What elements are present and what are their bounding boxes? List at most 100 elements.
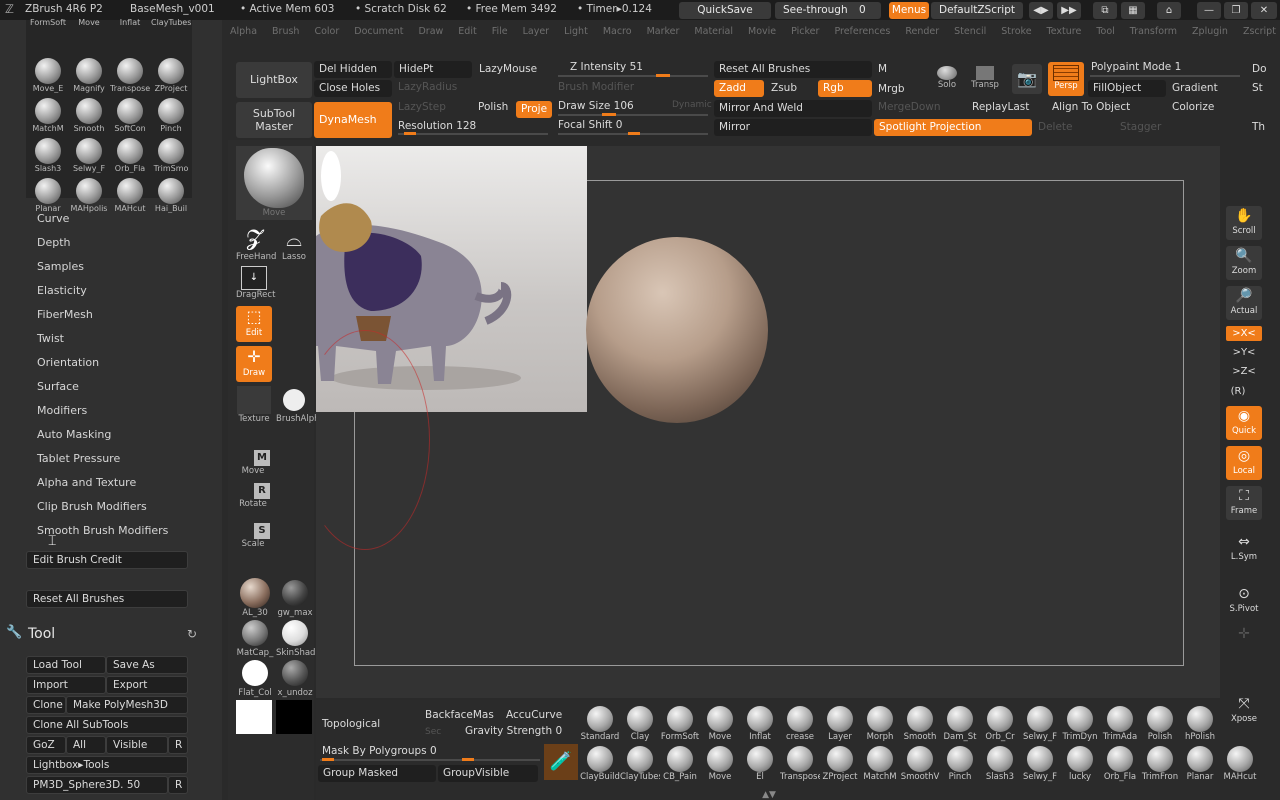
edit-mode-button[interactable]: ⬚ Edit (236, 306, 272, 342)
brush-subpalette-surface[interactable]: Surface (37, 380, 79, 393)
move-transform-button[interactable]: M Move (236, 450, 270, 476)
quick-brush[interactable]: Slash3 (980, 746, 1020, 782)
primary-color-swatch[interactable] (236, 700, 272, 734)
import-button[interactable]: Import (26, 676, 106, 694)
delete-button[interactable]: Delete (1038, 121, 1073, 133)
gradient-button[interactable]: Gradient (1172, 82, 1218, 94)
menu-stroke[interactable]: Stroke (1001, 26, 1031, 37)
lightbox-tools-button[interactable]: Lightbox▸Tools (26, 756, 188, 774)
sphere3d-mesh[interactable] (586, 237, 768, 423)
material-gwmax[interactable]: gw_max (276, 578, 314, 618)
brush-subpalette-depth[interactable]: Depth (37, 236, 71, 249)
brush-subpalette-clip-brush-modifiers[interactable]: Clip Brush Modifiers (37, 500, 147, 513)
menu-tool[interactable]: Tool (1096, 26, 1114, 37)
material-matcap[interactable]: MatCap_ (236, 618, 274, 658)
quick-brush[interactable]: SmoothV (900, 746, 940, 782)
quick-brush[interactable]: lucky (1060, 746, 1100, 782)
menu-brush[interactable]: Brush (272, 26, 299, 37)
menu-material[interactable]: Material (694, 26, 733, 37)
lasso-button[interactable]: ⌓ Lasso (276, 226, 312, 262)
brush-thumb[interactable]: MAHpolis (69, 176, 109, 216)
menu-macro[interactable]: Macro (603, 26, 632, 37)
spotlight-projection-button[interactable]: Spotlight Projection (874, 119, 1032, 136)
brush-thumb[interactable]: Inflat (110, 18, 150, 32)
maximize-icon[interactable]: ❐ (1224, 2, 1248, 19)
goz-visible-button[interactable]: Visible (106, 736, 168, 754)
sym-x-button[interactable]: >X< (1226, 326, 1262, 341)
brush-subpalette-orientation[interactable]: Orientation (37, 356, 99, 369)
menu-zplugin[interactable]: Zplugin (1192, 26, 1228, 37)
dynamesh-button[interactable]: DynaMesh (314, 102, 392, 138)
menu-draw[interactable]: Draw (418, 26, 443, 37)
menu-layer[interactable]: Layer (523, 26, 550, 37)
quick-brush[interactable]: Move (700, 706, 740, 742)
lazyradius-slider[interactable]: LazyRadius (398, 81, 457, 93)
brush-thumb[interactable]: Move_E (28, 56, 68, 96)
quick-brush[interactable]: Orb_Fla (1100, 746, 1140, 782)
brush-thumb[interactable]: Magnify (69, 56, 109, 96)
brush-subpalette-auto-masking[interactable]: Auto Masking (37, 428, 111, 441)
current-tool-r-button[interactable]: R (168, 776, 188, 794)
menu-render[interactable]: Render (905, 26, 939, 37)
del-hidden-button[interactable]: Del Hidden (314, 61, 392, 78)
m-button[interactable]: M (878, 63, 887, 75)
quick-brush[interactable]: FormSoft (660, 706, 700, 742)
align-to-object-button[interactable]: Align To Object (1052, 101, 1130, 113)
brush-thumb[interactable]: Smooth (69, 96, 109, 136)
replaylast-button[interactable]: ReplayLast (972, 101, 1029, 113)
brush-thumb[interactable]: Selwy_F (69, 136, 109, 176)
menu-zscript[interactable]: Zscript (1243, 26, 1276, 37)
brush-thumb[interactable]: Transpose (110, 56, 150, 96)
quick-brush[interactable]: El (740, 746, 780, 782)
brush-modifier-slider[interactable]: Brush Modifier (558, 81, 634, 93)
camera-icon[interactable]: 📷 (1012, 64, 1042, 94)
scroll-up-icon[interactable]: ▲▼ (755, 790, 783, 800)
menu-color[interactable]: Color (314, 26, 339, 37)
quick-brush[interactable]: Transpose (780, 746, 820, 782)
stagger-button[interactable]: Stagger (1120, 121, 1161, 133)
mergedown-button[interactable]: MergeDown (878, 101, 941, 113)
top-overflow-2[interactable]: St (1252, 82, 1263, 94)
quick-brush[interactable]: Clay (620, 706, 660, 742)
mirror-weld-button[interactable]: Mirror And Weld (714, 100, 872, 117)
layout-icon[interactable]: ⧉ (1093, 2, 1117, 19)
colorize-button[interactable]: Colorize (1172, 101, 1214, 113)
sym-z-button[interactable]: >Z< (1226, 364, 1262, 379)
brush-thumb[interactable]: Pinch (151, 96, 191, 136)
menu-light[interactable]: Light (564, 26, 588, 37)
group-masked-button[interactable]: Group Masked (318, 765, 436, 782)
clone-all-subtools-button[interactable]: Clone All SubTools (26, 716, 188, 734)
secondary-color-swatch[interactable] (276, 700, 312, 734)
quick-brush[interactable]: Standard (580, 706, 620, 742)
menu-preferences[interactable]: Preferences (834, 26, 890, 37)
menu-document[interactable]: Document (354, 26, 403, 37)
quick-brush[interactable]: MAHcut (1220, 746, 1260, 782)
brush-thumb[interactable]: MatchM (28, 96, 68, 136)
draw-size-slider[interactable]: Draw Size 106 (558, 100, 634, 112)
brush-subpalette-modifiers[interactable]: Modifiers (37, 404, 87, 417)
minimize-icon[interactable]: — (1197, 2, 1221, 19)
quick-brush[interactable]: TrimFron (1140, 746, 1180, 782)
defaultzscript-button[interactable]: DefaultZScript (931, 2, 1023, 19)
sym-r-button[interactable]: (R) (1226, 384, 1250, 399)
menus-button[interactable]: Menus (889, 2, 929, 19)
make-polymesh-button[interactable]: Make PolyMesh3D (66, 696, 188, 714)
quick-brush[interactable]: ClayTubes (620, 746, 660, 782)
quick-brush[interactable]: ClayBuild (580, 746, 620, 782)
polish-toggle[interactable]: Polish (478, 101, 508, 113)
quick-brush[interactable]: Polish (1140, 706, 1180, 742)
menu-file[interactable]: File (492, 26, 508, 37)
brush-subpalette-twist[interactable]: Twist (37, 332, 64, 345)
texture-button[interactable]: Texture (236, 386, 272, 424)
prev-layout-icon[interactable]: ◀▶ (1029, 2, 1053, 19)
quick-brush[interactable]: Selwy_F (1020, 706, 1060, 742)
load-tool-button[interactable]: Load Tool (26, 656, 106, 674)
quick-brush[interactable]: TrimDyn (1060, 706, 1100, 742)
menu-movie[interactable]: Movie (748, 26, 776, 37)
mrgb-button[interactable]: Mrgb (878, 83, 905, 95)
refresh-icon[interactable]: ↻ (187, 627, 197, 641)
quick-brush[interactable]: Dam_St (940, 706, 980, 742)
persp-button[interactable]: Persp (1048, 62, 1084, 96)
lightbox-button[interactable]: LightBox (236, 62, 312, 98)
brush-thumb[interactable]: ClayTubes (151, 18, 191, 32)
